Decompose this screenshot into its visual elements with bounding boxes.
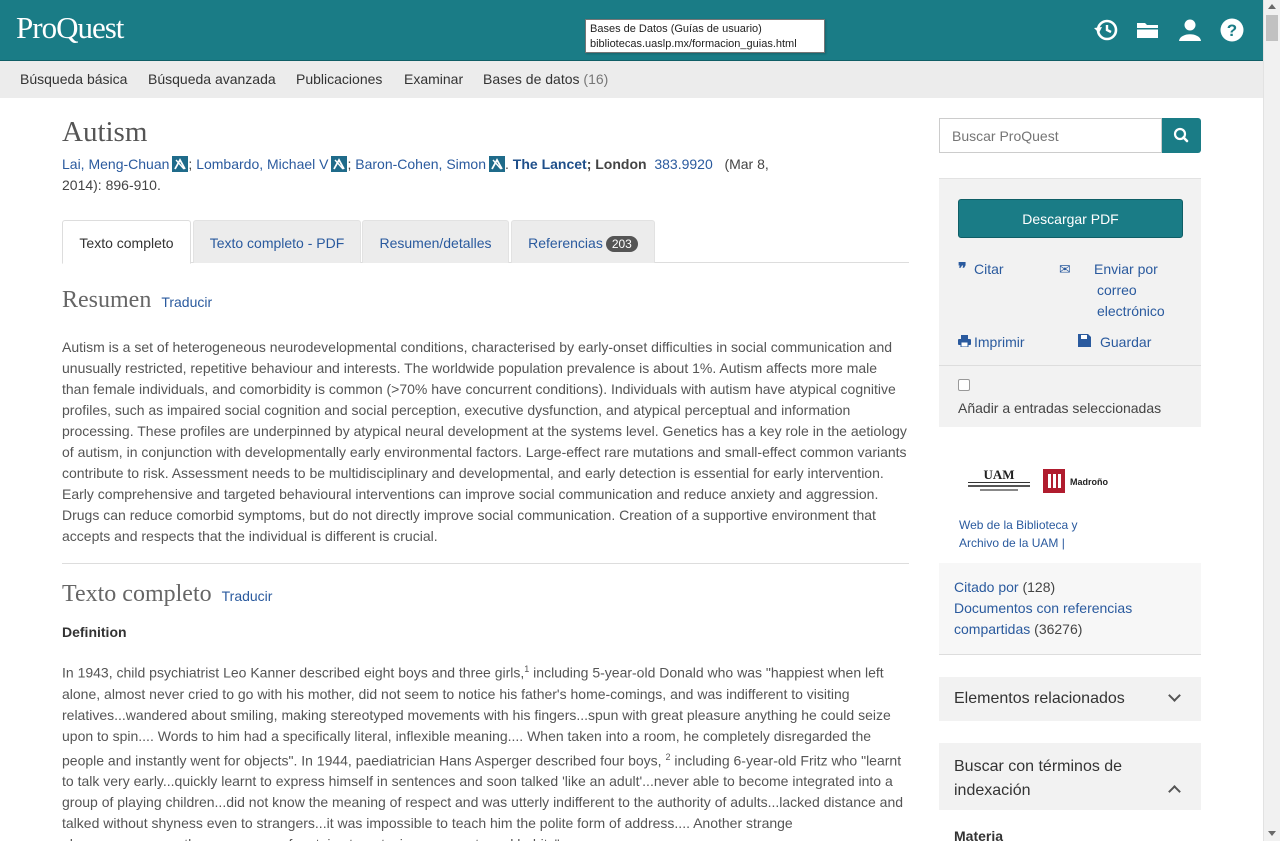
author-profile-icon[interactable] xyxy=(331,156,348,172)
uam-logo-text: UAM xyxy=(983,467,1014,482)
volume-link[interactable]: 383.9920 xyxy=(654,156,712,172)
help-icon[interactable]: ? xyxy=(1219,17,1245,43)
quote-icon: ❞ xyxy=(958,261,967,278)
history-icon[interactable] xyxy=(1093,17,1119,43)
references-count-badge: 203 xyxy=(605,236,638,252)
page-scrollbar[interactable] xyxy=(1263,0,1280,841)
fulltext-heading-text: Texto completo xyxy=(62,581,212,607)
abstract-heading: Resumen Traducir xyxy=(62,287,212,314)
tooltip-url: bibliotecas.uaslp.mx/formacion_guias.htm… xyxy=(590,38,797,50)
select-entry-checkbox[interactable] xyxy=(958,379,970,391)
document-tabs: Texto completo Texto completo - PDF Resu… xyxy=(62,220,909,264)
tab-references-label: Referencias xyxy=(528,235,603,251)
top-header-bar: ProQuest Bases de Datos (Guías de usuari… xyxy=(0,0,1263,61)
section-divider xyxy=(62,563,909,564)
related-items-label: Elementos relacionados xyxy=(954,690,1125,707)
save-icon xyxy=(1078,332,1100,353)
proquest-logo[interactable]: ProQuest xyxy=(16,10,124,46)
subject-label: Materia xyxy=(954,828,1004,841)
index-terms-label: Buscar con términos de indexación xyxy=(954,758,1123,799)
nav-databases-label: Bases de datos xyxy=(483,71,580,87)
scroll-down-arrow-icon[interactable] xyxy=(1268,831,1276,836)
svg-text:?: ? xyxy=(1227,21,1237,40)
cite-label: Citar xyxy=(974,261,1004,277)
nav-advanced-search[interactable]: Búsqueda avanzada xyxy=(148,71,276,87)
author-link-lai[interactable]: Lai, Meng-Chuan xyxy=(62,156,169,172)
abstract-text: Autism is a set of heterogeneous neurode… xyxy=(62,339,907,544)
email-label: Enviar por correo electrónico xyxy=(1094,261,1165,319)
author-profile-icon[interactable] xyxy=(172,156,189,172)
link-tooltip: Bases de Datos (Guías de usuario) biblio… xyxy=(585,19,825,53)
chevron-down-icon xyxy=(1168,689,1181,702)
index-terms-accordion[interactable]: Buscar con términos de indexación xyxy=(939,743,1201,841)
nav-databases-count: (16) xyxy=(583,71,609,87)
save-action[interactable]: Guardar xyxy=(1078,332,1151,353)
cited-by-link[interactable]: Citado por xyxy=(954,579,1019,595)
nav-publications[interactable]: Publicaciones xyxy=(296,71,382,87)
related-items-accordion[interactable]: Elementos relacionados xyxy=(939,677,1201,721)
print-action[interactable]: Imprimir xyxy=(958,332,1025,353)
scroll-up-arrow-icon[interactable] xyxy=(1268,4,1276,9)
fulltext-translate-link[interactable]: Traducir xyxy=(222,588,273,604)
uam-logo[interactable]: UAM xyxy=(966,466,1032,494)
download-pdf-button[interactable]: Descargar PDF xyxy=(958,199,1183,238)
scroll-thumb[interactable] xyxy=(1266,15,1278,41)
select-entry-label: Añadir a entradas seleccionadas xyxy=(958,400,1162,416)
publication-pages: 2014): 896-910. xyxy=(62,177,161,193)
search-button[interactable] xyxy=(1162,118,1201,153)
tab-abstract-details[interactable]: Resumen/detalles xyxy=(362,220,509,263)
search-input[interactable] xyxy=(939,118,1162,153)
envelope-icon: ✉ xyxy=(1059,261,1071,277)
article-title: Autism xyxy=(62,116,148,148)
abstract-translate-link[interactable]: Traducir xyxy=(161,294,212,310)
nav-basic-search[interactable]: Búsqueda básica xyxy=(20,71,127,87)
tab-full-text-pdf[interactable]: Texto completo - PDF xyxy=(193,220,361,263)
abstract-heading-text: Resumen xyxy=(62,287,152,313)
author-link-baron-cohen[interactable]: Baron-Cohen, Simon xyxy=(355,156,486,172)
author-profile-icon[interactable] xyxy=(489,156,506,172)
shared-references-row: Documentos con referencias compartidas (… xyxy=(954,598,1186,640)
paragraph-text-part: In 1943, child psychiatrist Leo Kanner d… xyxy=(62,664,525,681)
search-icon xyxy=(1173,127,1189,143)
main-nav: Búsqueda básica Búsqueda avanzada Public… xyxy=(0,61,1263,98)
madrono-logo-text: Madroño xyxy=(1070,477,1108,487)
fulltext-paragraph: In 1943, child psychiatrist Leo Kanner d… xyxy=(62,659,908,841)
library-website-link[interactable]: Web de la Biblioteca y Archivo de la UAM… xyxy=(959,516,1099,552)
definition-subheading: Definition xyxy=(62,624,127,640)
cited-by-count: (128) xyxy=(1022,579,1056,595)
user-icon[interactable] xyxy=(1177,17,1203,43)
cited-by-row: Citado por (128) xyxy=(954,577,1186,598)
publication-date: (Mar 8, xyxy=(724,156,769,172)
shared-references-count: (36276) xyxy=(1034,621,1083,637)
madrono-logo[interactable]: Madroño xyxy=(1043,469,1113,493)
tab-full-text[interactable]: Texto completo xyxy=(62,220,191,264)
actions-divider xyxy=(939,365,1201,366)
citations-panel: Citado por (128) Documentos con referenc… xyxy=(939,563,1201,655)
fulltext-heading: Texto completo Traducir xyxy=(62,581,272,608)
journal-link[interactable]: The Lancet xyxy=(513,156,587,172)
save-label: Guardar xyxy=(1100,334,1152,350)
document-actions-panel: Descargar PDF ❞ Citar ✉ Enviar por correo … xyxy=(939,178,1201,427)
print-label: Imprimir xyxy=(974,334,1025,350)
printer-icon xyxy=(958,332,974,353)
publication-place: ; London xyxy=(586,156,647,172)
email-action[interactable]: ✉ Enviar por correo electrónico xyxy=(1059,259,1188,322)
nav-databases[interactable]: Bases de datos (16) xyxy=(483,71,608,87)
chevron-up-icon xyxy=(1168,785,1181,798)
nav-browse[interactable]: Examinar xyxy=(404,71,463,87)
cite-action[interactable]: ❞ Citar xyxy=(958,259,1004,280)
author-link-lombardo[interactable]: Lombardo, Michael V xyxy=(196,156,328,172)
tooltip-title: Bases de Datos (Guías de usuario) xyxy=(590,23,762,35)
folder-icon[interactable] xyxy=(1135,17,1161,43)
article-citation: Lai, Meng-Chuan; Lombardo, Michael V; Ba… xyxy=(62,156,769,193)
tab-references[interactable]: Referencias 203 xyxy=(511,220,655,263)
